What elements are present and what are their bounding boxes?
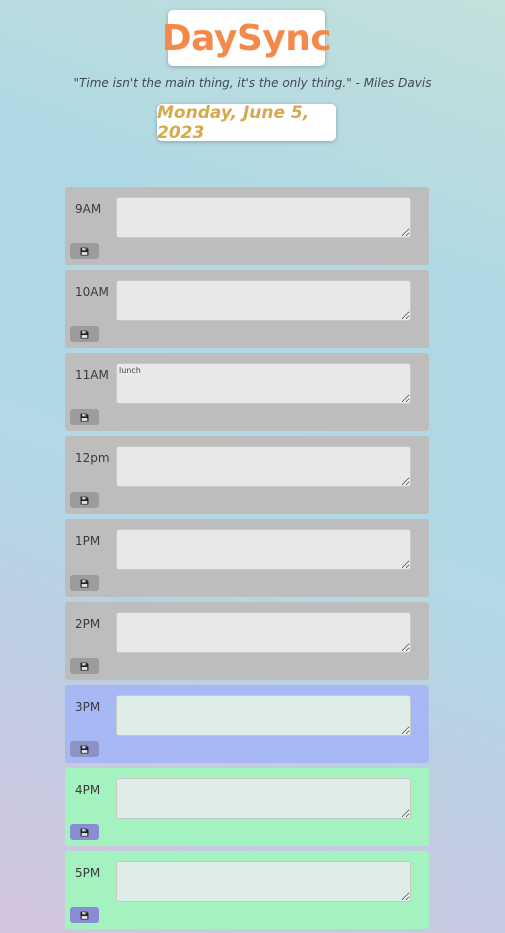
time-block-5pm: 5PM bbox=[65, 851, 429, 929]
hour-label: 2PM bbox=[75, 617, 101, 631]
hour-label: 11AM bbox=[75, 368, 109, 382]
floppy-disk-icon bbox=[80, 911, 89, 919]
task-textarea[interactable] bbox=[116, 280, 411, 321]
time-block-3pm: 3PM bbox=[65, 685, 429, 763]
hour-label: 9AM bbox=[75, 202, 102, 216]
task-textarea[interactable] bbox=[116, 197, 411, 238]
header: DaySync "Time isn't the main thing, it's… bbox=[0, 0, 505, 180]
save-button[interactable] bbox=[70, 575, 99, 591]
floppy-disk-icon bbox=[80, 330, 89, 338]
app-title-card: DaySync bbox=[162, 10, 332, 66]
save-button[interactable] bbox=[70, 326, 99, 342]
floppy-disk-icon bbox=[80, 247, 89, 255]
task-textarea[interactable] bbox=[116, 612, 411, 653]
task-textarea[interactable]: lunch bbox=[116, 363, 411, 404]
schedule-list: 9AM 10AM 11AM lunch 12pm 1PM 2PM 3PM 4PM 5PM bbox=[65, 187, 429, 933]
task-textarea[interactable] bbox=[116, 446, 411, 487]
floppy-disk-icon bbox=[80, 662, 89, 670]
current-date-card: Monday, June 5, 2023 bbox=[157, 102, 336, 143]
time-block-9am: 9AM bbox=[65, 187, 429, 265]
save-button[interactable] bbox=[70, 243, 99, 259]
hour-label: 12pm bbox=[75, 451, 110, 465]
time-block-1pm: 1PM bbox=[65, 519, 429, 597]
task-textarea[interactable] bbox=[116, 861, 411, 902]
task-textarea[interactable] bbox=[116, 695, 411, 736]
quote: "Time isn't the main thing, it's the onl… bbox=[73, 76, 432, 90]
save-button[interactable] bbox=[70, 658, 99, 674]
hour-label: 5PM bbox=[75, 866, 101, 880]
time-block-11am: 11AM lunch bbox=[65, 353, 429, 431]
time-block-4pm: 4PM bbox=[65, 768, 429, 846]
time-block-2pm: 2PM bbox=[65, 602, 429, 680]
time-block-10am: 10AM bbox=[65, 270, 429, 348]
floppy-disk-icon bbox=[80, 496, 89, 504]
hour-label: 10AM bbox=[75, 285, 109, 299]
task-textarea[interactable] bbox=[116, 778, 411, 819]
hour-label: 3PM bbox=[75, 700, 101, 714]
hour-label: 1PM bbox=[75, 534, 101, 548]
floppy-disk-icon bbox=[80, 413, 89, 421]
floppy-disk-icon bbox=[80, 745, 89, 753]
save-button[interactable] bbox=[70, 907, 99, 923]
save-button[interactable] bbox=[70, 492, 99, 508]
hour-label: 4PM bbox=[75, 783, 101, 797]
app-title: DaySync bbox=[161, 17, 332, 59]
floppy-disk-icon bbox=[80, 579, 89, 587]
time-block-12pm: 12pm bbox=[65, 436, 429, 514]
save-button[interactable] bbox=[70, 741, 99, 757]
floppy-disk-icon bbox=[80, 828, 89, 836]
task-textarea[interactable] bbox=[116, 529, 411, 570]
current-date: Monday, June 5, 2023 bbox=[157, 102, 310, 143]
save-button[interactable] bbox=[70, 824, 99, 840]
save-button[interactable] bbox=[70, 409, 99, 425]
